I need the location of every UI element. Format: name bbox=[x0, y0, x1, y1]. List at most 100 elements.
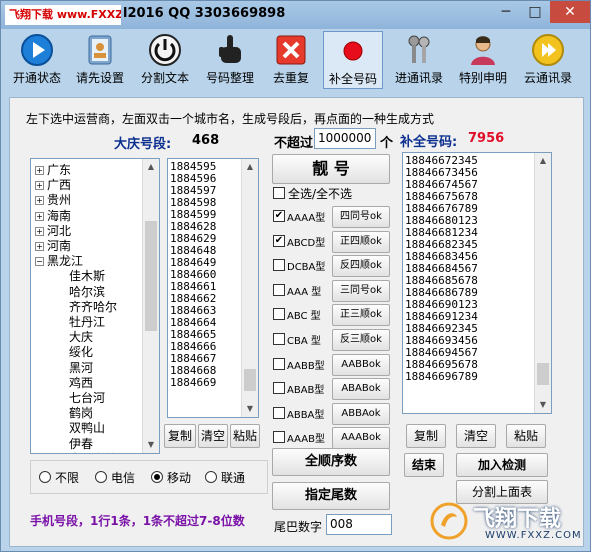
scroll-down-icon[interactable]: ▼ bbox=[242, 401, 258, 417]
pattern-checkbox[interactable] bbox=[273, 308, 285, 321]
pattern-ok-button[interactable]: 正三顺ok bbox=[332, 304, 390, 327]
carrier-radio-unicom[interactable] bbox=[205, 471, 217, 483]
pattern-checkbox[interactable] bbox=[273, 259, 285, 272]
scroll-down-icon[interactable]: ▼ bbox=[535, 397, 551, 413]
keys-icon bbox=[408, 35, 430, 63]
paste-button[interactable]: 粘贴 bbox=[230, 424, 260, 448]
result-number[interactable]: 18846696789 bbox=[405, 371, 533, 383]
expander-icon[interactable]: − bbox=[35, 257, 44, 267]
paste-result-button[interactable]: 粘贴 bbox=[506, 424, 546, 448]
toolbar-label: 进通讯录 bbox=[394, 71, 443, 85]
toolbar-complete-numbers[interactable]: 补全号码 bbox=[323, 31, 383, 89]
toolbar-split-text[interactable]: 分割文本 bbox=[135, 31, 195, 89]
province-label: 河南 bbox=[47, 239, 72, 253]
pattern-ok-button[interactable]: 反四顺ok bbox=[332, 255, 390, 278]
expander-icon[interactable]: + bbox=[35, 242, 44, 251]
pattern-ok-button[interactable]: 正四顺ok bbox=[332, 230, 390, 253]
clear-result-button[interactable]: 清空 bbox=[456, 424, 496, 448]
pattern-checkbox[interactable] bbox=[273, 406, 285, 419]
pattern-ok-button[interactable]: AAABok bbox=[332, 427, 390, 450]
pattern-ok-button[interactable]: 四同号ok bbox=[332, 206, 390, 228]
pattern-checkbox[interactable]: ✔ bbox=[273, 234, 285, 247]
limit-prefix: 不超过 bbox=[274, 136, 314, 151]
red-dot-icon bbox=[343, 41, 363, 61]
close-button[interactable]: ✕ bbox=[550, 1, 590, 23]
expander-icon[interactable]: + bbox=[35, 166, 44, 175]
segment-number[interactable]: 1884669 bbox=[170, 377, 242, 389]
province-label: 黑龙江 bbox=[47, 254, 84, 269]
app-window: 飞翔下载 www.FXXZ.com l2016 QQ 3303669898 ─ … bbox=[0, 0, 591, 552]
user-icon bbox=[471, 36, 495, 65]
carrier-radio-telecom[interactable] bbox=[95, 471, 107, 483]
clear-button[interactable]: 清空 bbox=[198, 424, 228, 448]
copy-button[interactable]: 复制 bbox=[164, 424, 196, 448]
complete-number-list[interactable]: 18846672345 18846673456 18846674567 1884667… bbox=[402, 152, 552, 414]
province-label: 广东 bbox=[47, 163, 72, 177]
segment-list[interactable]: 1884595 1884596 1884597 1884598 1884599 18846… bbox=[167, 158, 259, 418]
toolbar-cloud-contacts[interactable]: 云通讯录 bbox=[517, 31, 579, 89]
limit-input[interactable]: 1000000 bbox=[314, 128, 376, 149]
nice-number-button[interactable]: 靓 号 bbox=[272, 154, 390, 184]
carrier-group: 不限 电信 移动 联通 bbox=[30, 460, 268, 494]
watermark-url: WWW.FXXZ.COM bbox=[485, 530, 582, 541]
scroll-up-icon[interactable]: ▲ bbox=[535, 153, 551, 169]
maximize-button[interactable]: □ bbox=[520, 1, 550, 23]
expander-icon[interactable]: + bbox=[35, 196, 44, 206]
tail-input[interactable]: 008 bbox=[326, 514, 392, 535]
pattern-ok-button[interactable]: ABBAok bbox=[332, 402, 390, 425]
pattern-ok-button[interactable]: AABBok bbox=[332, 353, 390, 376]
complete-count: 7956 bbox=[468, 131, 505, 146]
pattern-checkbox[interactable] bbox=[273, 333, 285, 345]
window-title: l2016 QQ 3303669898 bbox=[123, 6, 286, 21]
select-all-checkbox[interactable] bbox=[273, 187, 285, 199]
scroll-up-icon[interactable]: ▲ bbox=[242, 159, 258, 175]
toolbar-settings[interactable]: 请先设置 bbox=[71, 31, 129, 89]
pattern-checkbox[interactable] bbox=[273, 382, 285, 395]
full-sequence-button[interactable]: 全顺序数 bbox=[272, 448, 390, 476]
carrier-label: 联通 bbox=[221, 471, 246, 485]
province-label: 海南 bbox=[47, 208, 72, 223]
segment-label: 大庆号段: bbox=[114, 137, 172, 152]
pattern-checkbox[interactable] bbox=[273, 431, 285, 444]
complete-label: 补全号码: bbox=[400, 135, 458, 150]
toolbar-number-organize[interactable]: 号码整理 bbox=[201, 31, 259, 89]
toolbar-statement[interactable]: 特别申明 bbox=[453, 31, 513, 89]
carrier-label: 移动 bbox=[167, 471, 192, 485]
pattern-label: ABAB型 bbox=[287, 385, 325, 397]
expander-icon[interactable]: + bbox=[35, 226, 44, 236]
pattern-checkbox[interactable]: ✔ bbox=[273, 210, 285, 222]
tree-scrollbar[interactable]: ▲ ▼ bbox=[142, 159, 159, 453]
pattern-label: DCBA型 bbox=[287, 262, 326, 274]
scroll-thumb[interactable] bbox=[244, 369, 256, 391]
toolbar-dedupe[interactable]: 去重复 bbox=[265, 31, 317, 89]
complete-scrollbar[interactable]: ▲ ▼ bbox=[534, 153, 551, 413]
scroll-thumb[interactable] bbox=[537, 363, 549, 385]
toolbar-open-status[interactable]: 开通状态 bbox=[7, 31, 67, 89]
toolbar-label: 开通状态 bbox=[12, 71, 61, 85]
toolbar-label: 云通讯录 bbox=[523, 71, 572, 85]
pattern-checkbox[interactable] bbox=[273, 357, 285, 370]
copy-result-button[interactable]: 复制 bbox=[406, 424, 446, 448]
scroll-down-icon[interactable]: ▼ bbox=[143, 437, 159, 453]
pattern-checkbox[interactable] bbox=[273, 283, 285, 296]
pattern-ok-button[interactable]: ABABok bbox=[332, 378, 390, 401]
tree-city[interactable]: 大兴安岭 bbox=[69, 450, 117, 453]
add-check-button[interactable]: 加入检测 bbox=[456, 453, 548, 477]
yellow-arrow-icon bbox=[532, 34, 564, 66]
carrier-radio-mobile[interactable] bbox=[151, 471, 163, 483]
pattern-label: AABB型 bbox=[287, 360, 325, 372]
toolbar-label: 补全号码 bbox=[328, 72, 377, 86]
scroll-up-icon[interactable]: ▲ bbox=[143, 159, 159, 175]
tail-number-button[interactable]: 指定尾数 bbox=[272, 482, 390, 510]
carrier-radio-unlimited[interactable] bbox=[39, 471, 51, 483]
expander-icon[interactable]: + bbox=[35, 181, 44, 191]
expander-icon[interactable]: + bbox=[35, 211, 44, 221]
pattern-ok-button[interactable]: 反三顺ok bbox=[332, 329, 390, 351]
minimize-button[interactable]: ─ bbox=[491, 1, 521, 23]
segment-scrollbar[interactable]: ▲ ▼ bbox=[241, 159, 258, 417]
pattern-ok-button[interactable]: 三同号ok bbox=[332, 279, 390, 302]
scroll-thumb[interactable] bbox=[145, 221, 157, 331]
toolbar-add-contacts[interactable]: 进通讯录 bbox=[389, 31, 449, 89]
end-button[interactable]: 结束 bbox=[404, 453, 444, 477]
city-tree[interactable]: + 广东 + 广西 + 贵州 + 海南 + 河北 + 河南 − 黑龙江 佳木斯 哈尔滨 齐齐哈尔 牡丹江 大庆 绥化黑… bbox=[30, 158, 160, 454]
